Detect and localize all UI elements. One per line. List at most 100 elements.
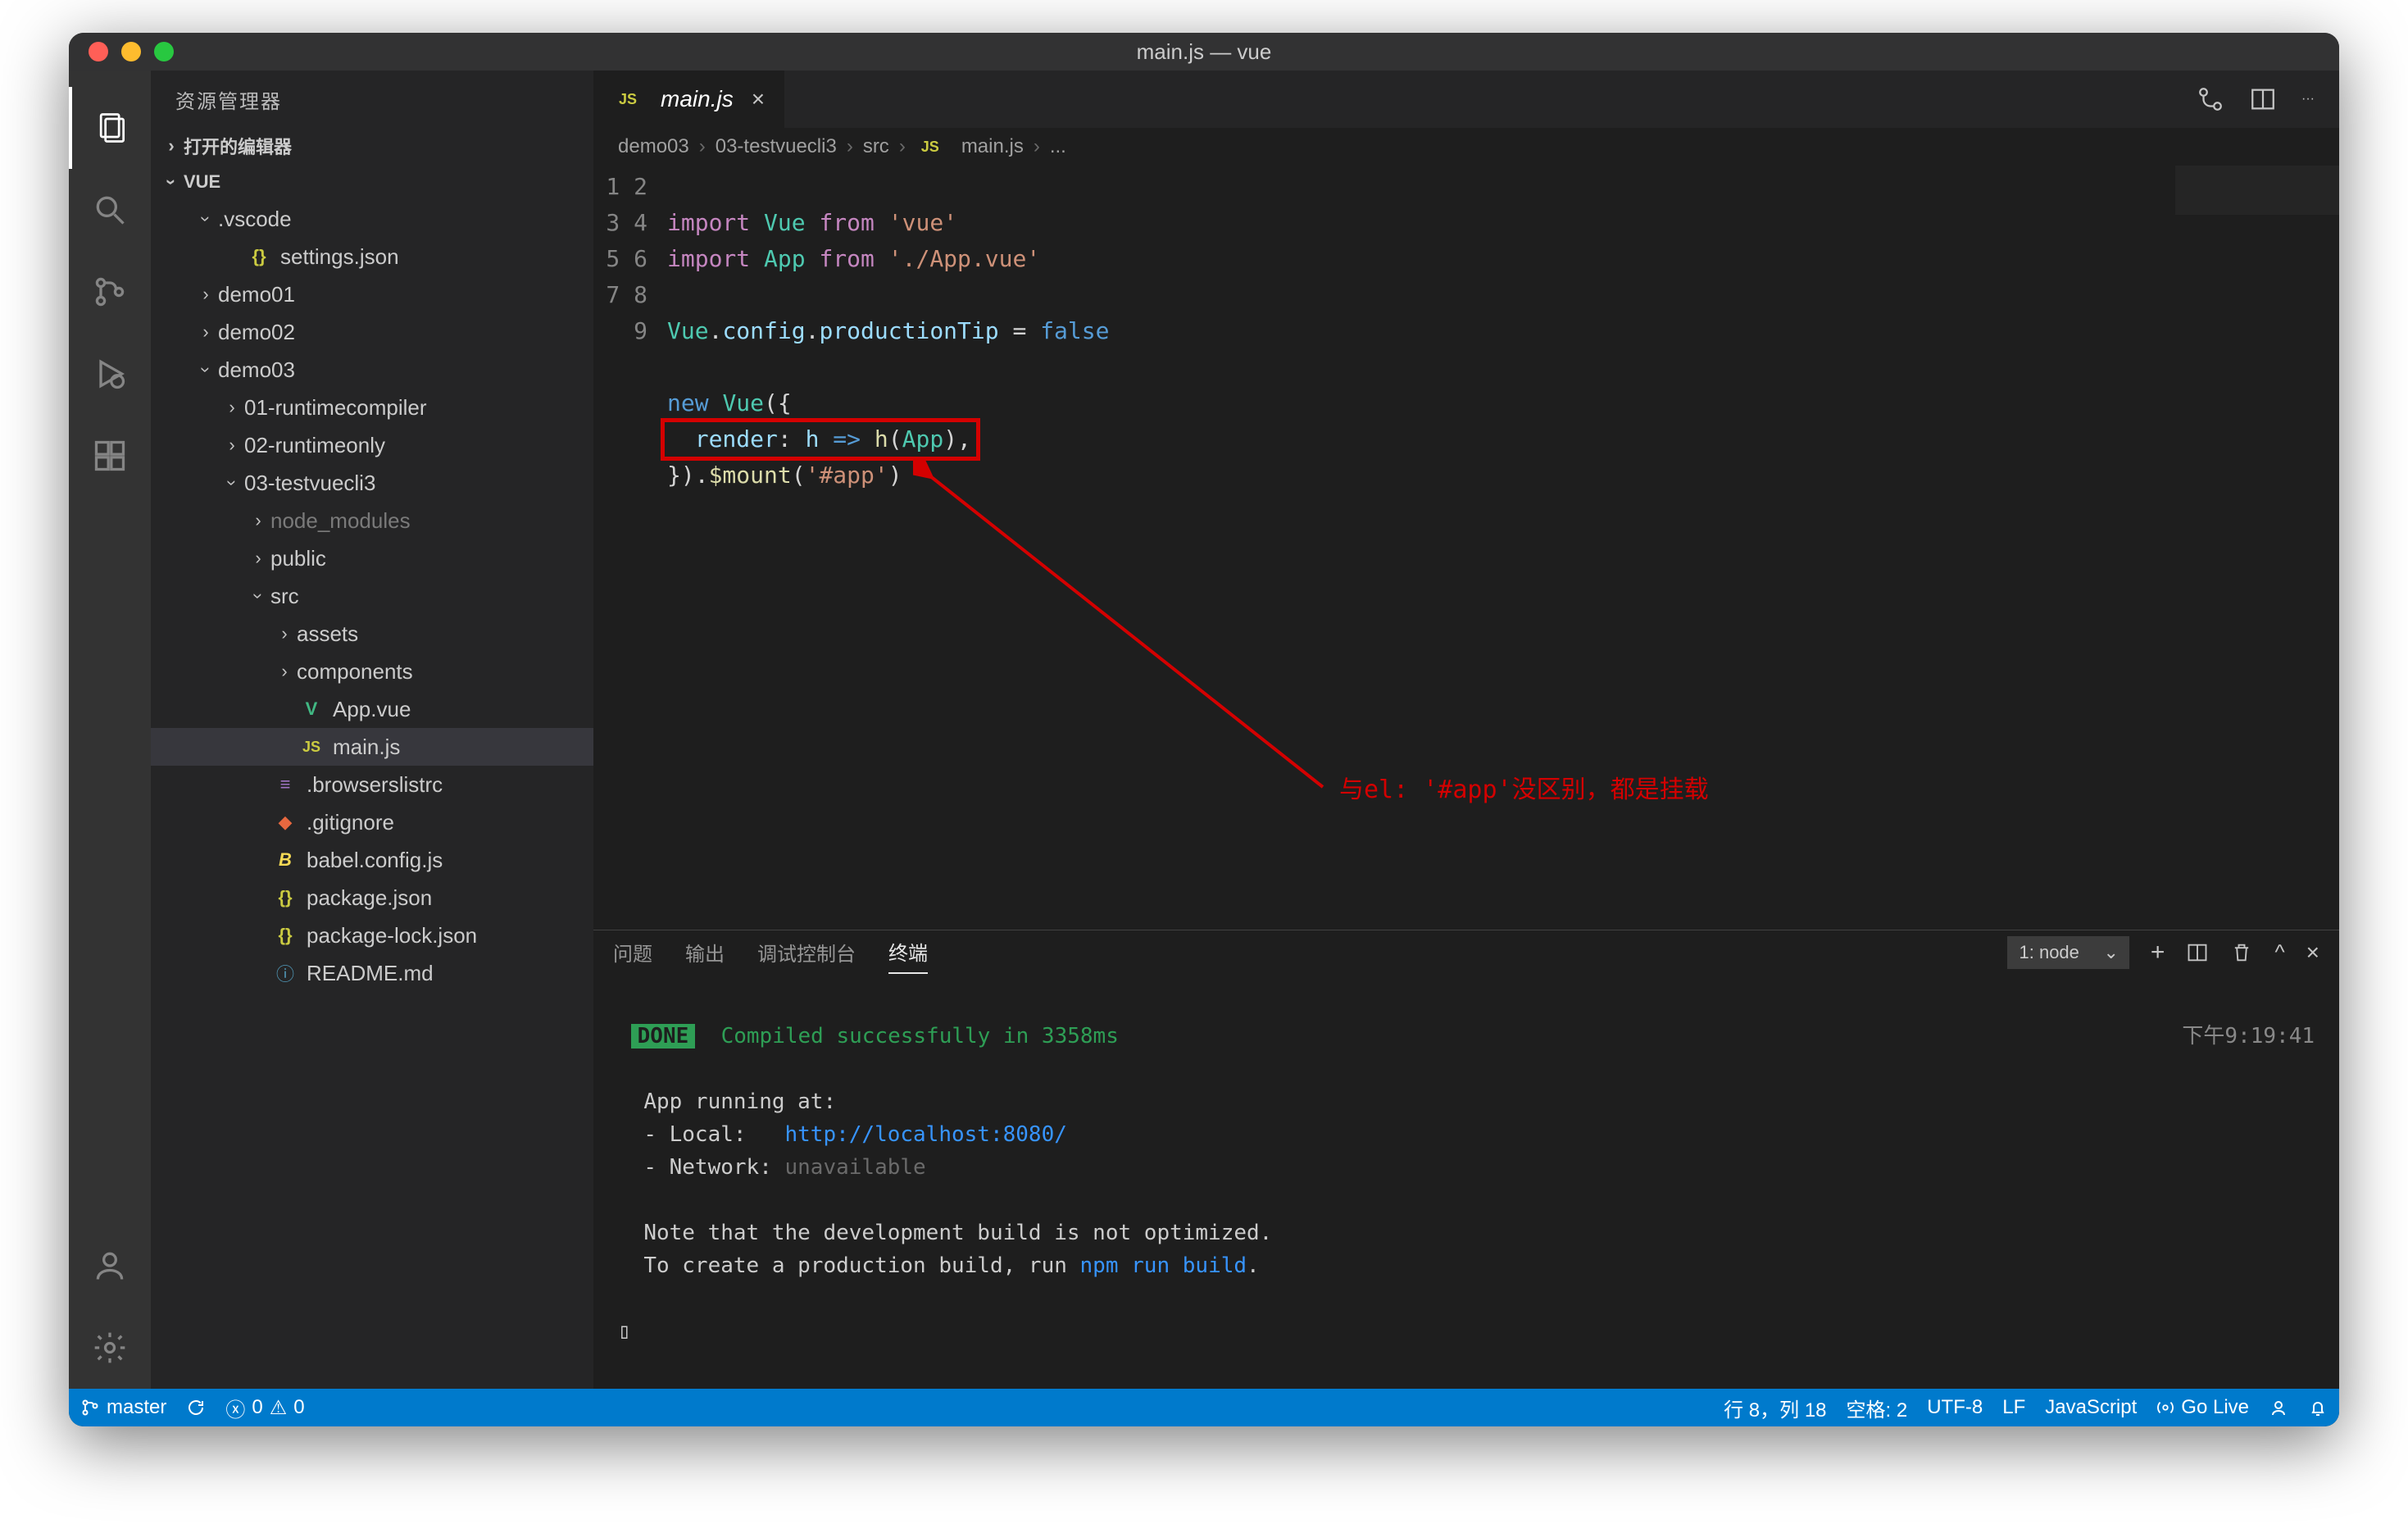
file-icon: V (297, 698, 326, 720)
chevron-icon: › (195, 207, 216, 231)
tree-item-01-runtimecompiler[interactable]: ›01-runtimecompiler (151, 389, 593, 426)
tab-debug-console[interactable]: 调试控制台 (757, 931, 856, 973)
terminal-output[interactable]: DONE Compiled successfully in 3358ms下午9:… (593, 974, 2339, 1394)
tree-item-public[interactable]: ›public (151, 539, 593, 577)
language-mode[interactable]: JavaScript (2045, 1396, 2137, 1419)
sidebar-title: 资源管理器 (151, 71, 593, 128)
tree-item-demo03[interactable]: ›demo03 (151, 351, 593, 389)
settings-gear-icon[interactable] (69, 1307, 151, 1389)
tree-item-node-modules[interactable]: ›node_modules (151, 502, 593, 539)
tab-terminal[interactable]: 终端 (888, 930, 928, 974)
tree-label: 01-runtimecompiler (244, 395, 427, 421)
go-live-button[interactable]: Go Live (2156, 1396, 2249, 1419)
tree-label: 02-runtimeonly (244, 433, 385, 458)
breadcrumbs[interactable]: demo03› 03-testvuecli3› src› JS main.js›… (593, 128, 2339, 166)
feedback-icon[interactable] (2269, 1398, 2288, 1417)
tree-item-demo02[interactable]: ›demo02 (151, 313, 593, 351)
tree-item-App-vue[interactable]: V App.vue (151, 690, 593, 728)
chevron-icon: › (220, 397, 244, 418)
chevron-icon: › (248, 584, 269, 608)
explorer-icon[interactable] (69, 87, 151, 169)
editor-area: JS main.js × ··· demo03› 03-testvuecli3›… (593, 71, 2339, 1389)
problems-count[interactable]: ⓧ0 ⚠0 (225, 1394, 304, 1422)
git-branch[interactable]: master (80, 1396, 166, 1419)
tab-main-js[interactable]: JS main.js × (593, 71, 784, 128)
cursor-position[interactable]: 行 8，列 18 (1724, 1394, 1826, 1422)
annotation-text: 与el: '#app'没区别，都是挂载 (1339, 772, 1709, 808)
tree-label: .browserslistrc (307, 772, 443, 798)
root-section[interactable]: ›VUE (151, 164, 593, 200)
minimap[interactable] (2175, 166, 2339, 215)
encoding[interactable]: UTF-8 (1927, 1396, 1983, 1419)
tree-label: package-lock.json (307, 923, 477, 948)
vscode-window: main.js — vue (69, 33, 2339, 1426)
close-panel-icon[interactable]: × (2306, 939, 2319, 966)
tree-item-src[interactable]: ›src (151, 577, 593, 615)
tree-label: main.js (333, 735, 400, 760)
chevron-icon: › (272, 661, 297, 682)
tree-item-02-runtimeonly[interactable]: ›02-runtimeonly (151, 426, 593, 464)
kill-terminal-icon[interactable] (2230, 941, 2253, 964)
tree-label: components (297, 659, 413, 685)
file-icon: {} (244, 246, 274, 267)
chevron-icon: › (246, 548, 270, 569)
tree-label: demo01 (218, 282, 295, 307)
chevron-icon: › (272, 623, 297, 644)
indentation[interactable]: 空格: 2 (1847, 1394, 1908, 1422)
minimize-button[interactable] (121, 42, 141, 61)
chevron-icon: › (221, 471, 243, 495)
more-actions-icon[interactable]: ··· (2301, 92, 2315, 107)
run-debug-icon[interactable] (69, 333, 151, 415)
tree-label: assets (297, 621, 358, 647)
tree-label: public (270, 546, 326, 571)
file-icon: ⓘ (270, 960, 300, 986)
tree-label: src (270, 584, 299, 609)
file-icon: B (270, 849, 300, 871)
tab-problems[interactable]: 问题 (613, 931, 652, 973)
tree-label: babel.config.js (307, 848, 443, 873)
tree-item-assets[interactable]: ›assets (151, 615, 593, 653)
compare-changes-icon[interactable] (2197, 85, 2224, 113)
source-control-icon[interactable] (69, 251, 151, 333)
panel: 问题 输出 调试控制台 终端 1: node + ^ × (593, 930, 2339, 1389)
tree-label: 03-testvuecli3 (244, 471, 375, 496)
tree-item--browserslistrc[interactable]: ≡.browserslistrc (151, 766, 593, 803)
chevron-icon: › (195, 357, 216, 382)
tree-label: node_modules (270, 508, 411, 534)
tree-item-package-json[interactable]: {}package.json (151, 879, 593, 917)
tree-item-03-testvuecli3[interactable]: ›03-testvuecli3 (151, 464, 593, 502)
tree-item-main-js[interactable]: JSmain.js (151, 728, 593, 766)
js-icon: JS (613, 91, 643, 108)
title-bar: main.js — vue (69, 33, 2339, 71)
search-icon[interactable] (69, 169, 151, 251)
tree-item-components[interactable]: ›components (151, 653, 593, 690)
tree-label: App.vue (333, 697, 411, 722)
terminal-selector[interactable]: 1: node (2007, 936, 2129, 969)
window-controls (89, 42, 174, 61)
tree-label: demo03 (218, 357, 295, 383)
sync-button[interactable] (186, 1398, 206, 1417)
close-button[interactable] (89, 42, 108, 61)
tree-item--gitignore[interactable]: ◆.gitignore (151, 803, 593, 841)
tree-item-babel-config-js[interactable]: Bbabel.config.js (151, 841, 593, 879)
notifications-icon[interactable] (2308, 1398, 2328, 1417)
split-editor-icon[interactable] (2249, 85, 2277, 113)
new-terminal-icon[interactable]: + (2151, 939, 2165, 967)
split-terminal-icon[interactable] (2186, 941, 2209, 964)
eol[interactable]: LF (2002, 1396, 2025, 1419)
code-editor[interactable]: 1 2 3 4 5 6 7 8 9 import Vue from 'vue' … (593, 166, 2339, 930)
tree-item-package-lock-json[interactable]: {}package-lock.json (151, 917, 593, 954)
open-editors-section[interactable]: ›打开的编辑器 (151, 128, 593, 164)
accounts-icon[interactable] (69, 1225, 151, 1307)
tree-item-demo01[interactable]: ›demo01 (151, 275, 593, 313)
tree-item-README-md[interactable]: ⓘREADME.md (151, 954, 593, 992)
maximize-panel-icon[interactable]: ^ (2274, 939, 2284, 965)
maximize-button[interactable] (154, 42, 174, 61)
tree-label: package.json (307, 885, 432, 911)
close-tab-icon[interactable]: × (752, 86, 765, 112)
tree-item-settings-json[interactable]: {}settings.json (151, 238, 593, 275)
tree-item--vscode[interactable]: ›.vscode (151, 200, 593, 238)
extensions-icon[interactable] (69, 415, 151, 497)
tab-output[interactable]: 输出 (685, 931, 725, 973)
tab-label: main.js (661, 86, 734, 112)
